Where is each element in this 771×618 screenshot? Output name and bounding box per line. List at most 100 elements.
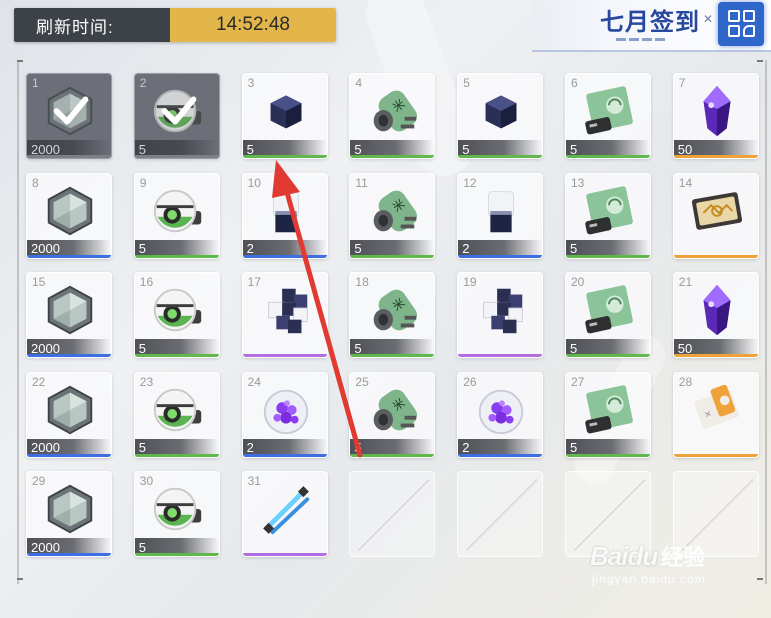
reward-day-23[interactable]: 23 5 [133, 371, 220, 458]
reward-day-7[interactable]: 7 50 [672, 73, 759, 159]
reward-day-2[interactable]: 25 [133, 73, 220, 159]
rarity-stripe [134, 155, 219, 158]
rarity-stripe [566, 254, 650, 258]
rarity-stripe [27, 553, 111, 556]
reward-day-29[interactable]: 29 2000 [26, 471, 112, 557]
reward-day-6[interactable]: 65 [565, 73, 651, 159]
reward-day-12[interactable]: 12 2 [457, 172, 544, 259]
rarity-stripe [134, 553, 219, 556]
rarity-stripe [566, 354, 650, 357]
green-card-icon [585, 86, 633, 135]
gold-chip-icon [691, 191, 742, 230]
day-number: 8 [32, 175, 39, 190]
watermark-cn: 经验 [661, 545, 706, 570]
purple-crystal-icon [703, 284, 731, 336]
rarity-stripe [27, 453, 111, 457]
drone-device-icon [153, 487, 201, 531]
reward-day-9[interactable]: 95 [133, 172, 220, 259]
cube-cluster-icon [267, 288, 308, 334]
purple-crystal-icon [703, 85, 731, 137]
panel-corner [757, 60, 763, 62]
reward-day-20[interactable]: 20 5 [565, 272, 651, 358]
empty-slot [349, 471, 436, 557]
reward-day-30[interactable]: 30 5 [133, 471, 220, 557]
green-canister-icon: 米 [374, 190, 418, 231]
reward-day-25[interactable]: 25 米 5 [349, 371, 436, 458]
white-block-icon [272, 190, 299, 232]
rarity-stripe [350, 453, 435, 457]
reward-day-27[interactable]: 27 5 [565, 371, 651, 458]
rarity-stripe [242, 553, 327, 556]
reward-day-11[interactable]: 11 米 5 [349, 172, 436, 259]
reward-day-3[interactable]: 35 [241, 73, 328, 159]
reward-day-26[interactable]: 26 2 [457, 371, 544, 458]
day-number: 3 [247, 76, 255, 90]
refresh-time: 14:52:48 [170, 8, 336, 42]
reward-day-22[interactable]: 22 2000 [26, 371, 112, 458]
watermark: Baidu 经验 jingyan.baidu.com [590, 540, 706, 586]
rarity-stripe [350, 155, 435, 158]
rarity-stripe [242, 254, 327, 258]
grid-square-icon [743, 25, 755, 37]
day-number: 9 [139, 175, 147, 190]
reward-day-19[interactable]: 19 [457, 272, 544, 358]
purple-orb-icon [478, 389, 524, 434]
reward-day-24[interactable]: 24 2 [241, 371, 328, 458]
day-number: 4 [355, 76, 363, 90]
green-canister-icon: 米 [374, 90, 418, 132]
hex-crystal-icon [47, 385, 93, 434]
day-number: 1 [32, 76, 39, 90]
rarity-stripe [134, 453, 219, 457]
cube-cluster-icon [483, 288, 523, 334]
reward-day-31[interactable]: 31 [241, 471, 328, 557]
reward-day-15[interactable]: 15 2000 [26, 272, 112, 358]
reward-day-1[interactable]: 1 2000 [26, 73, 112, 159]
reward-day-13[interactable]: 13 5 [565, 172, 651, 259]
reward-day-28[interactable]: 28 ✕ [672, 371, 759, 458]
dark-cube-icon [270, 95, 302, 129]
rarity-stripe [27, 354, 111, 357]
reward-day-18[interactable]: 18 米 5 [349, 272, 436, 358]
reward-day-16[interactable]: 16 5 [133, 272, 220, 358]
panel-corner [17, 578, 23, 580]
rarity-stripe [673, 453, 758, 457]
rarity-stripe [458, 354, 543, 357]
reward-day-21[interactable]: 21 50 [672, 272, 759, 358]
grid-square-icon [743, 10, 755, 22]
refresh-timer-bar: 刷新时间: 14:52:48 [14, 8, 336, 42]
menu-button[interactable] [718, 2, 764, 46]
green-canister-icon: 米 [374, 289, 418, 331]
reward-day-10[interactable]: 10 2 [241, 172, 328, 259]
grid-square-icon [728, 10, 740, 22]
reward-day-5[interactable]: 55 [457, 73, 544, 159]
rarity-stripe [673, 155, 758, 158]
reward-day-4[interactable]: 4米5 [349, 73, 436, 159]
white-block-icon [488, 190, 515, 232]
page-subtitle [616, 36, 676, 46]
day-number: 2 [139, 76, 147, 90]
watermark-logo-a: Bai [590, 541, 628, 571]
rarity-stripe [350, 354, 435, 357]
green-card-icon [585, 384, 633, 433]
reward-day-14[interactable]: 14 [672, 172, 759, 259]
panel-corner [757, 578, 763, 580]
rarity-stripe [566, 453, 650, 457]
panel-corner [17, 60, 23, 62]
blue-rods-icon [262, 486, 309, 535]
green-canister-icon: 米 [374, 389, 418, 430]
rarity-stripe [673, 354, 758, 357]
drone-device-icon [153, 388, 201, 431]
day-number: 6 [571, 76, 578, 90]
rarity-stripe [458, 155, 543, 158]
drone-device-icon [153, 189, 201, 232]
hex-crystal-icon [47, 285, 93, 335]
rarity-stripe [27, 254, 111, 258]
purple-orb-icon [263, 389, 308, 434]
close-x-icon[interactable]: ✕ [703, 12, 713, 26]
refresh-label: 刷新时间: [14, 8, 170, 42]
gold-tag-icon: ✕ [694, 384, 739, 429]
green-card-icon [585, 185, 633, 234]
reward-day-8[interactable]: 8 2000 [26, 172, 112, 259]
claimed-check-icon [161, 96, 197, 125]
reward-day-17[interactable]: 17 [241, 272, 328, 358]
